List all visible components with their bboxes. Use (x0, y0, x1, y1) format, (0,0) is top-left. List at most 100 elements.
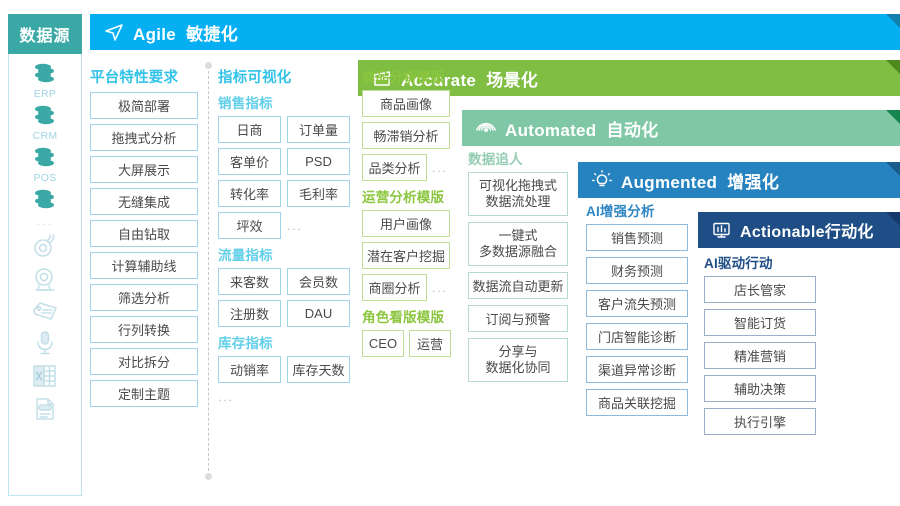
chip-platform[interactable]: 对比拆分 (90, 348, 198, 375)
chip-template[interactable]: 用户画像 (362, 210, 450, 237)
chip-actionable[interactable]: 执行引擎 (704, 408, 816, 435)
chip-metric[interactable]: 客单价 (218, 148, 281, 175)
chip-metric[interactable]: PSD (287, 148, 350, 175)
column-automated: 数据追人 可视化拖拽式 数据流处理 一键式 多数据源融合 数据流自动更新 订阅与… (468, 148, 572, 388)
chip-template[interactable]: 品类分析 (362, 154, 427, 181)
column-augmented: AI增强分析 销售预测 财务预测 客户流失预测 门店智能诊断 渠道异常诊断 商品… (586, 200, 690, 422)
list-item-label: ERP (33, 88, 57, 100)
dashboard-chart-icon (712, 221, 731, 239)
list-item[interactable] (32, 330, 58, 361)
chip-template[interactable]: CEO (362, 330, 404, 357)
list-item[interactable]: CRM (32, 104, 58, 144)
group-title-product: 商品分析模版 (362, 70, 445, 85)
chip-template[interactable]: 运营 (409, 330, 451, 357)
chip-row: 注册数 DAU (218, 300, 350, 327)
chip-metric[interactable]: 动销率 (218, 356, 281, 383)
list-item[interactable] (32, 396, 58, 427)
sensor-icon (31, 233, 59, 264)
chip-template[interactable]: 商品画像 (362, 90, 450, 117)
list-item[interactable] (31, 363, 59, 394)
chip-metric[interactable]: 会员数 (287, 268, 350, 295)
data-source-list: ERP CRM POS ... (8, 54, 82, 496)
banner-en: Agile (133, 24, 177, 44)
list-item[interactable]: ... (32, 188, 58, 231)
group-title-data-chase: 数据追人 (468, 152, 523, 167)
chip-metric[interactable]: 来客数 (218, 268, 281, 295)
chip-line-1: 可视化拖拽式 (478, 178, 557, 194)
chip-actionable[interactable]: 辅助决策 (704, 375, 816, 402)
chip-augmented[interactable]: 客户流失预测 (586, 290, 688, 317)
chip-augmented[interactable]: 渠道异常诊断 (586, 356, 688, 383)
chip-metric[interactable]: 日商 (218, 116, 281, 143)
banner-automated[interactable]: Automated 自动化 (462, 110, 900, 146)
paper-plane-icon (104, 22, 124, 42)
chip-platform[interactable]: 定制主题 (90, 380, 198, 407)
chip-metric[interactable]: 订单量 (287, 116, 350, 143)
list-item[interactable]: POS (32, 146, 58, 186)
column-platform-features: 平台特性要求 极简部署 拖拽式分析 大屏展示 无缝集成 自由钻取 计算辅助线 筛… (90, 66, 198, 412)
ellipsis-label: ... (36, 213, 54, 228)
chip-metric[interactable]: 毛利率 (287, 180, 350, 207)
fold-corner (886, 162, 900, 176)
chip-row: 来客数 会员数 (218, 268, 350, 295)
chip-line-2: 数据流处理 (485, 194, 551, 209)
chip-metric[interactable]: 转化率 (218, 180, 281, 207)
database-icon (32, 104, 58, 131)
banner-cn: 敏捷化 (186, 24, 239, 44)
chip-template[interactable]: 潜在客户挖掘 (362, 242, 450, 269)
list-item-label: POS (33, 172, 57, 184)
chip-line-1: 分享与 (498, 344, 538, 360)
chip-automated[interactable]: 一键式 多数据源融合 (468, 222, 568, 266)
chip-augmented[interactable]: 商品关联挖掘 (586, 389, 688, 416)
chip-metric[interactable]: 库存天数 (287, 356, 350, 383)
banner-actionable[interactable]: Actionable行动化 (698, 212, 900, 248)
chip-platform[interactable]: 拖拽式分析 (90, 124, 198, 151)
chip-augmented[interactable]: 财务预测 (586, 257, 688, 284)
chip-platform[interactable]: 无缝集成 (90, 188, 198, 215)
chip-metric[interactable]: DAU (287, 300, 350, 327)
chip-augmented[interactable]: 门店智能诊断 (586, 323, 688, 350)
chip-automated[interactable]: 可视化拖拽式 数据流处理 (468, 172, 568, 216)
ellipsis-label: ... (218, 390, 235, 404)
banner-cn: 行动化 (824, 224, 874, 241)
chip-actionable[interactable]: 精准营销 (704, 342, 816, 369)
chip-actionable[interactable]: 智能订货 (704, 309, 816, 336)
column-actionable: AI驱动行动 店长管家 智能订货 精准营销 辅助决策 执行引擎 (704, 252, 816, 441)
chip-actionable[interactable]: 店长管家 (704, 276, 816, 303)
chip-platform[interactable]: 筛选分析 (90, 284, 198, 311)
chip-template[interactable]: 畅滞销分析 (362, 122, 450, 149)
banner-en: Augmented (621, 172, 718, 192)
ellipsis-label: ... (432, 160, 449, 175)
chip-platform[interactable]: 大屏展示 (90, 156, 198, 183)
chip-row: 客单价 PSD (218, 148, 350, 175)
chip-platform[interactable]: 极简部署 (90, 92, 198, 119)
chip-row: CEO 运营 (362, 330, 458, 357)
list-item[interactable] (31, 266, 59, 297)
banner-cn: 自动化 (606, 120, 659, 140)
list-item-label: CRM (32, 130, 58, 142)
column-metrics: 指标可视化 销售指标 日商 订单量 客单价 PSD 转化率 毛利率 坪效 ...… (218, 66, 350, 406)
group-title-inventory: 库存指标 (218, 336, 273, 351)
chip-augmented[interactable]: 销售预测 (586, 224, 688, 251)
list-item[interactable]: ERP (32, 62, 58, 102)
list-item[interactable] (31, 233, 59, 264)
lightbulb-icon (592, 170, 612, 190)
chip-automated[interactable]: 订阅与预警 (468, 305, 568, 332)
chip-row: 转化率 毛利率 (218, 180, 350, 207)
chip-template[interactable]: 商圈分析 (362, 274, 427, 301)
chip-metric[interactable]: 坪效 (218, 212, 281, 239)
chip-platform[interactable]: 行列转换 (90, 316, 198, 343)
list-item[interactable] (30, 299, 60, 328)
chip-platform[interactable]: 自由钻取 (90, 220, 198, 247)
chip-platform[interactable]: 计算辅助线 (90, 252, 198, 279)
banner-agile[interactable]: Agile 敏捷化 (90, 14, 900, 50)
column-title: 平台特性要求 (90, 70, 179, 86)
chip-automated[interactable]: 数据流自动更新 (468, 272, 568, 299)
banner-augmented[interactable]: Augmented 增强化 (578, 162, 900, 198)
divider-dot-top (205, 62, 212, 69)
chip-automated[interactable]: 分享与 数据化协同 (468, 338, 568, 382)
chip-metric[interactable]: 注册数 (218, 300, 281, 327)
database-icon (32, 146, 58, 173)
pdf-file-icon (32, 396, 58, 427)
chip-row: 动销率 库存天数 (218, 356, 350, 383)
